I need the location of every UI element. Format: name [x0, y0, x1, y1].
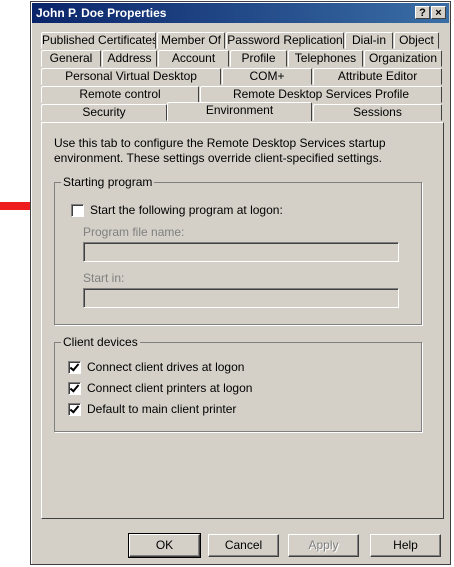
- start-program-label: Start the following program at logon:: [90, 203, 283, 217]
- connect-printers-checkbox[interactable]: [68, 381, 81, 395]
- tab-account[interactable]: Account: [158, 50, 229, 67]
- close-button-icon[interactable]: ×: [431, 6, 446, 19]
- ok-button-label: OK: [155, 538, 174, 552]
- apply-button-label: Apply: [308, 538, 339, 552]
- tab-personal-virtual-desktop[interactable]: Personal Virtual Desktop: [41, 68, 221, 85]
- connect-printers-label: Connect client printers at logon: [87, 381, 253, 395]
- tab-profile[interactable]: Profile: [230, 50, 287, 67]
- default-printer-row[interactable]: Default to main client printer: [68, 402, 236, 416]
- description-text: Use this tab to configure the Remote Des…: [54, 136, 386, 165]
- cancel-button[interactable]: Cancel: [208, 534, 279, 557]
- tab-password-replication[interactable]: Password Replication: [226, 32, 344, 49]
- tab-object[interactable]: Object: [394, 32, 439, 49]
- tab-com-plus[interactable]: COM+: [222, 68, 312, 85]
- help-button-label: Help: [393, 538, 418, 552]
- cancel-button-label: Cancel: [224, 538, 263, 552]
- properties-dialog: John P. Doe Properties ? × Published Cer…: [30, 1, 451, 565]
- tab-attribute-editor[interactable]: Attribute Editor: [313, 68, 442, 85]
- window-title: John P. Doe Properties: [36, 6, 167, 20]
- tab-remote-desktop-services-profile[interactable]: Remote Desktop Services Profile: [200, 86, 442, 103]
- starting-program-group: Starting program Start the following pro…: [54, 175, 422, 325]
- environment-panel: Use this tab to configure the Remote Des…: [41, 122, 444, 519]
- title-bar: John P. Doe Properties ? ×: [32, 3, 449, 23]
- start-in-label: Start in:: [83, 271, 125, 285]
- default-printer-checkbox[interactable]: [68, 402, 81, 416]
- connect-drives-row[interactable]: Connect client drives at logon: [68, 360, 244, 374]
- starting-program-label: Starting program: [61, 175, 155, 189]
- program-file-name-label: Program file name:: [83, 225, 185, 239]
- apply-button[interactable]: Apply: [288, 534, 359, 557]
- tab-telephones[interactable]: Telephones: [288, 50, 363, 67]
- tab-general[interactable]: General: [41, 50, 101, 67]
- tab-environment[interactable]: Environment: [167, 102, 312, 121]
- connect-drives-label: Connect client drives at logon: [87, 360, 245, 374]
- tab-address[interactable]: Address: [102, 50, 157, 67]
- help-button-icon[interactable]: ?: [415, 6, 430, 19]
- client-devices-label: Client devices: [61, 335, 140, 349]
- ok-button[interactable]: OK: [128, 533, 201, 558]
- start-program-checkbox-row[interactable]: Start the following program at logon:: [71, 203, 283, 217]
- tab-security[interactable]: Security: [41, 104, 167, 121]
- start-in-input: [83, 288, 399, 308]
- default-printer-label: Default to main client printer: [87, 402, 237, 416]
- tab-published-certificates[interactable]: Published Certificates: [41, 32, 156, 49]
- tab-sessions[interactable]: Sessions: [313, 104, 442, 121]
- tab-organization[interactable]: Organization: [364, 50, 442, 67]
- program-file-name-input: [83, 242, 399, 262]
- tab-member-of[interactable]: Member Of: [157, 32, 225, 49]
- tab-dial-in[interactable]: Dial-in: [345, 32, 393, 49]
- start-program-checkbox[interactable]: [71, 203, 84, 217]
- help-button[interactable]: Help: [370, 534, 441, 557]
- client-devices-group: Client devices Connect client drives at …: [54, 335, 422, 432]
- connect-drives-checkbox[interactable]: [68, 360, 81, 374]
- connect-printers-row[interactable]: Connect client printers at logon: [68, 381, 252, 395]
- tab-remote-control[interactable]: Remote control: [41, 86, 199, 103]
